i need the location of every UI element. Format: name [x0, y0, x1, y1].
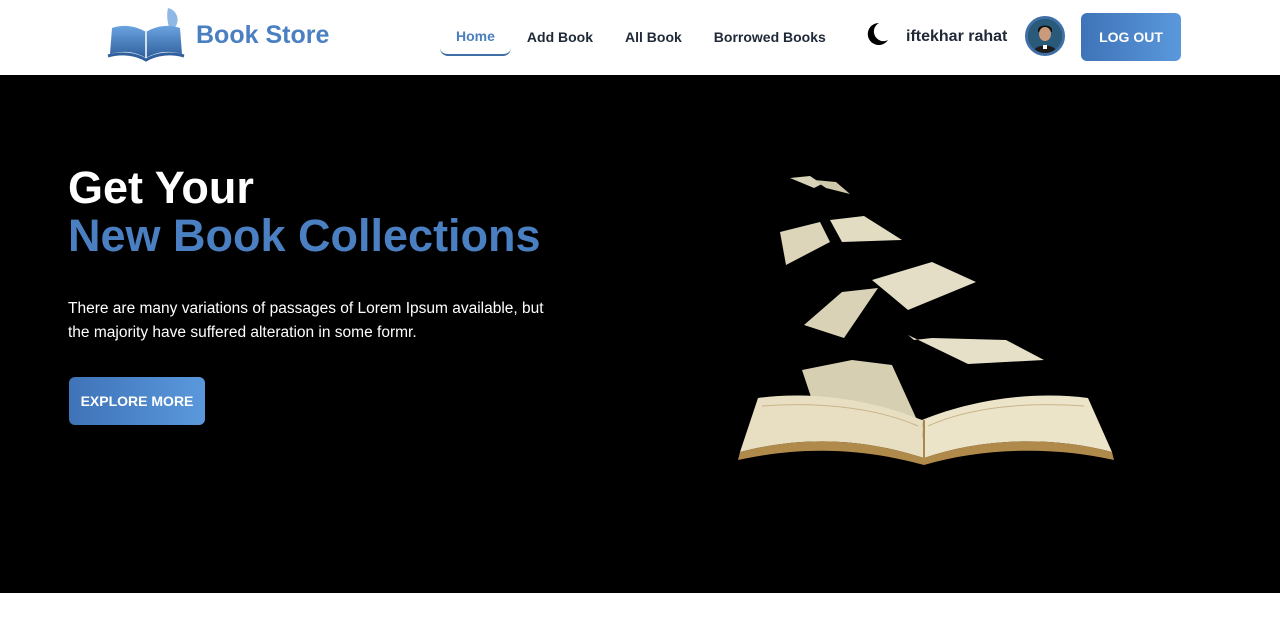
user-photo-icon: [1028, 19, 1062, 53]
hero-section: Get Your New Book Collections There are …: [0, 75, 1280, 593]
explore-more-button[interactable]: EXPLORE MORE: [69, 377, 205, 425]
avatar[interactable]: [1025, 16, 1065, 56]
moon-icon[interactable]: [864, 21, 890, 47]
user-name: iftekhar rahat: [906, 28, 1008, 45]
open-book-quill-logo-icon: [107, 8, 185, 62]
nav-item-add-book[interactable]: Add Book: [511, 18, 609, 56]
logout-button[interactable]: LOG OUT: [1081, 13, 1181, 61]
hero-title-line-2: New Book Collections: [68, 210, 541, 261]
navbar: Book Store Home Add Book All Book Borrow…: [0, 0, 1280, 75]
flying-book-pages-illustration: [738, 176, 1114, 465]
hero-title-line-1: Get Your: [68, 162, 254, 213]
nav-item-borrowed-books[interactable]: Borrowed Books: [698, 18, 842, 56]
nav-item-home[interactable]: Home: [440, 18, 511, 56]
brand-name: Book Store: [196, 20, 330, 49]
hero-description: There are many variations of passages of…: [68, 300, 544, 341]
nav-item-all-book[interactable]: All Book: [609, 18, 698, 56]
brand-link[interactable]: Book Store: [106, 6, 329, 64]
main-nav: Home Add Book All Book Borrowed Books: [440, 18, 842, 56]
page-bottom-area: [0, 593, 1280, 640]
